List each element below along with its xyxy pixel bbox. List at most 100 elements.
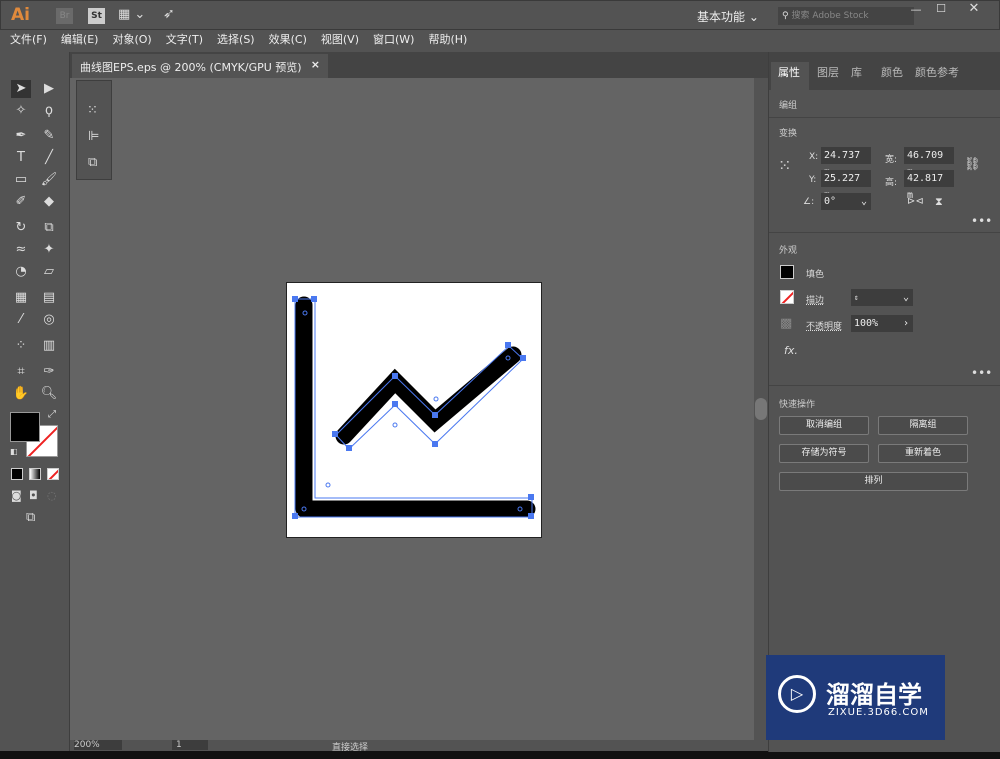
artboard[interactable] [286, 282, 542, 538]
mesh-tool-icon[interactable]: ▦ [11, 289, 31, 307]
menu-edit[interactable]: 编辑(E) [54, 30, 106, 50]
direct-selection-tool-icon[interactable]: ▶ [39, 80, 59, 98]
tab-properties[interactable]: 属性 [778, 64, 800, 80]
none-mode-icon[interactable] [47, 468, 59, 480]
flip-vertical-icon[interactable]: ⧗ [935, 195, 943, 209]
eraser-tool-icon[interactable]: ◆ [39, 193, 59, 211]
menu-window[interactable]: 窗口(W) [366, 30, 421, 50]
recolor-button[interactable]: 重新着色 [878, 444, 968, 463]
magic-wand-tool-icon[interactable]: ✧ [11, 102, 31, 120]
menu-help[interactable]: 帮助(H) [421, 30, 474, 50]
type-tool-icon[interactable]: T [11, 149, 31, 167]
menu-type[interactable]: 文字(T) [159, 30, 210, 50]
zoom-tool-icon[interactable]: 🔍︎ [39, 385, 59, 403]
maximize-button[interactable]: ☐ [929, 2, 953, 16]
document-tab[interactable]: 曲线图EPS.eps @ 200% (CMYK/GPU 预览) × [72, 54, 328, 78]
stroke-label[interactable]: 描边 [806, 293, 824, 306]
menu-view[interactable]: 视图(V) [314, 30, 366, 50]
fill-swatch[interactable] [10, 412, 40, 442]
stroke-weight-field[interactable]: ⇕ ⌄ [851, 289, 913, 306]
menu-effect[interactable]: 效果(C) [262, 30, 314, 50]
effects-button[interactable]: fx. [784, 344, 798, 357]
tab-layers[interactable]: 图层 [817, 64, 839, 80]
shaper-tool-icon[interactable]: ✐ [11, 193, 31, 211]
pathfinder-icon[interactable]: ⧉ [88, 155, 97, 170]
scale-tool-icon[interactable]: ⧉ [39, 219, 59, 237]
swap-colors-icon[interactable]: ⤢ [48, 409, 56, 420]
tab-libraries[interactable]: 库 [851, 64, 862, 80]
app-logo: Ai [11, 5, 30, 25]
puppet-warp-tool-icon[interactable]: ✦ [39, 241, 59, 259]
artboard-tool-icon[interactable]: ⌗ [11, 363, 31, 381]
arrange-documents-icon[interactable]: ▦ ⌄ [118, 7, 145, 22]
workspace-switcher[interactable]: 基本功能 ⌄ [697, 8, 759, 25]
close-tab-button[interactable]: × [311, 58, 320, 71]
menu-file[interactable]: 文件(F) [0, 30, 54, 50]
tab-color[interactable]: 颜色 [881, 64, 903, 80]
title-bar: Ai Br St ▦ ⌄ ➶ 基本功能 ⌄ ⚲ 搜索 Adobe Stock —… [0, 0, 1000, 30]
ungroup-button[interactable]: 取消编组 [779, 416, 869, 435]
canvas-area[interactable]: ⁙ ⊫ ⧉ [70, 78, 754, 740]
gradient-mode-icon[interactable] [29, 468, 41, 480]
stroke-color-swatch[interactable] [780, 290, 794, 304]
reference-point-icon[interactable]: ⁙ [778, 156, 791, 175]
document-tab-title: 曲线图EPS.eps @ 200% (CMYK/GPU 预览) [80, 61, 302, 74]
draw-inside-icon[interactable]: ◌ [47, 489, 57, 502]
bridge-button[interactable]: Br [56, 8, 73, 24]
appearance-more-icon[interactable]: ••• [971, 366, 992, 380]
curvature-tool-icon[interactable]: ✎ [39, 127, 59, 145]
more-options-icon[interactable]: ••• [971, 214, 992, 228]
color-mode-icon[interactable] [11, 468, 23, 480]
save-as-symbol-button[interactable]: 存储为符号 [779, 444, 869, 463]
rectangle-tool-icon[interactable]: ▭ [11, 171, 31, 189]
pen-tool-icon[interactable]: ✒ [11, 127, 31, 145]
minimize-button[interactable]: — [904, 3, 928, 17]
gradient-tool-icon[interactable]: ▤ [39, 289, 59, 307]
draw-normal-icon[interactable]: ◙ [11, 489, 22, 502]
selection-tool-icon[interactable]: ➤ [11, 80, 31, 98]
flip-horizontal-icon[interactable]: ⊳⊲ [907, 196, 924, 207]
default-colors-icon[interactable]: ◧ [10, 447, 18, 456]
slice-tool-icon[interactable]: ✑ [39, 363, 59, 381]
opacity-field[interactable]: 100% › [851, 315, 913, 332]
vertical-scrollbar[interactable] [754, 78, 768, 740]
rotate-tool-icon[interactable]: ↻ [11, 219, 31, 237]
shape-builder-tool-icon[interactable]: ◔ [11, 263, 31, 281]
hand-tool-icon[interactable]: ✋ [11, 385, 31, 403]
symbol-sprayer-tool-icon[interactable]: ⁘ [11, 337, 31, 355]
draw-behind-icon[interactable]: ◘ [29, 489, 38, 502]
artboard-number-field[interactable]: 1 [172, 740, 208, 750]
tab-color-guide[interactable]: 颜色参考 [915, 64, 959, 80]
line-tool-icon[interactable]: ╱ [39, 149, 59, 167]
width-field[interactable]: 46.709 m [904, 147, 954, 178]
stock-search-input[interactable]: ⚲ 搜索 Adobe Stock [778, 7, 914, 25]
paintbrush-tool-icon[interactable]: 🖌 [39, 171, 59, 189]
menu-object[interactable]: 对象(O) [105, 30, 158, 50]
line-chart-artwork[interactable] [287, 283, 543, 539]
opacity-label[interactable]: 不透明度 [806, 319, 842, 332]
constrain-proportions-icon[interactable]: ⛓ [964, 157, 981, 172]
zoom-level-field[interactable]: 200% [74, 740, 122, 750]
close-window-button[interactable]: ✕ [956, 1, 992, 16]
stock-button[interactable]: St [88, 8, 105, 24]
eyedropper-tool-icon[interactable]: ⁄ [11, 311, 31, 329]
width-tool-icon[interactable]: ≈ [11, 241, 31, 259]
gpu-rocket-icon[interactable]: ➶ [163, 6, 175, 22]
y-field[interactable]: 25.227 m [821, 170, 871, 201]
arrange-button[interactable]: 排列 [779, 472, 968, 491]
x-field[interactable]: 24.737 m [821, 147, 871, 178]
isolate-group-button[interactable]: 隔离组 [878, 416, 968, 435]
align-icon[interactable]: ⊫ [88, 129, 99, 144]
fill-color-swatch[interactable] [780, 265, 794, 279]
lasso-tool-icon[interactable]: ϙ [39, 102, 59, 120]
blend-tool-icon[interactable]: ◎ [39, 311, 59, 329]
scroll-thumb[interactable] [755, 398, 767, 420]
transform-icon[interactable]: ⁙ [87, 103, 98, 118]
menu-select[interactable]: 选择(S) [210, 30, 262, 50]
angle-field[interactable]: 0° ⌄ [821, 193, 871, 210]
perspective-grid-tool-icon[interactable]: ▱ [39, 263, 59, 281]
height-field[interactable]: 42.817 m [904, 170, 954, 201]
angle-value: 0° [824, 196, 837, 207]
column-graph-tool-icon[interactable]: ▥ [39, 337, 59, 355]
screen-mode-icon[interactable]: ⧉ [26, 510, 35, 525]
